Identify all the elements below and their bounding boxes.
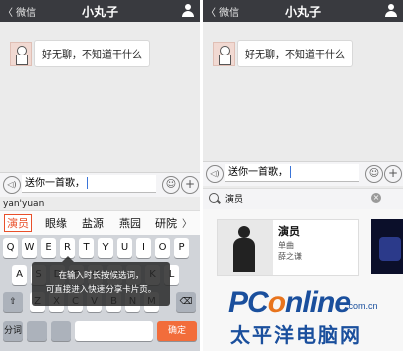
message-input-text: 送你一首歌， xyxy=(228,167,288,178)
key-r[interactable]: R xyxy=(60,238,75,258)
music-card[interactable]: 演员 单曲 薛之谦 xyxy=(217,219,359,276)
plus-icon[interactable]: + xyxy=(384,165,402,183)
nav-bar: 〈 微信 小丸子 xyxy=(203,0,403,22)
share-search-bar[interactable]: 演员 × xyxy=(203,188,403,209)
mic-key[interactable] xyxy=(51,321,71,341)
key-t[interactable]: T xyxy=(79,238,94,258)
input-bar: ◁) 送你一首歌， ☺ + xyxy=(0,172,200,197)
shift-key[interactable]: ⇧ xyxy=(3,292,23,312)
plus-icon[interactable]: + xyxy=(181,176,199,194)
key-i[interactable]: I xyxy=(136,238,151,258)
candidate[interactable]: 研院 xyxy=(155,215,177,231)
message-bubble[interactable]: 好无聊，不知道干什么 xyxy=(237,40,353,67)
chevron-down-icon[interactable]: 〉 xyxy=(182,215,192,230)
left-chat-screen: 〈 微信 小丸子 好无聊，不知道干什么 ◁) 送你一首歌， ☺ + yan'yu… xyxy=(0,0,200,351)
emoji-icon[interactable]: ☺ xyxy=(162,176,180,194)
chat-title: 小丸子 xyxy=(284,5,321,19)
confirm-key[interactable]: 确定 xyxy=(157,321,197,341)
avatar[interactable] xyxy=(10,42,32,66)
key-q[interactable]: Q xyxy=(3,238,18,258)
pinyin-composition: yan'yuan xyxy=(3,199,45,209)
song-artist: 薛之谦 xyxy=(278,252,302,261)
contact-info-icon[interactable] xyxy=(182,4,194,18)
song-title: 演员 xyxy=(278,225,300,238)
text-caret xyxy=(87,177,88,189)
candidate[interactable]: 盐源 xyxy=(82,215,104,231)
voice-icon[interactable]: ◁) xyxy=(3,176,21,194)
album-cover-image xyxy=(218,220,273,275)
watermark-logo: PConline xyxy=(228,286,351,319)
message-input[interactable]: 送你一首歌， xyxy=(22,175,156,193)
text-caret xyxy=(290,166,291,178)
pconline-watermark: PConline .com.cn 太平洋电脑网 xyxy=(228,286,403,347)
search-input[interactable]: 演员 xyxy=(225,192,243,205)
contact-info-icon[interactable] xyxy=(385,4,397,18)
chat-title: 小丸子 xyxy=(81,5,118,19)
song-type: 单曲 xyxy=(278,241,294,250)
candidate-selected[interactable]: 演员 xyxy=(4,214,32,232)
split-key[interactable]: 分词 xyxy=(3,321,23,341)
tooltip: 在输入时长按候选词， 可直接进入快速分享卡片页。 xyxy=(32,262,170,306)
key-o[interactable]: O xyxy=(155,238,170,258)
candidate[interactable]: 眼缘 xyxy=(45,215,67,231)
delete-key[interactable]: ⌫ xyxy=(176,292,196,312)
input-bar: ◁) 送你一首歌， ☺ + xyxy=(203,161,403,186)
message-bubble[interactable]: 好无聊，不知道干什么 xyxy=(34,40,150,67)
voice-icon[interactable]: ◁) xyxy=(206,165,224,183)
key-p[interactable]: P xyxy=(174,238,189,258)
nav-bar: 〈 微信 小丸子 xyxy=(0,0,200,22)
emoji-icon[interactable]: ☺ xyxy=(365,165,383,183)
space-key[interactable] xyxy=(75,321,153,341)
key-a[interactable]: A xyxy=(12,265,27,285)
tooltip-line: 在输入时长按候选词， xyxy=(58,271,144,281)
music-card-next[interactable] xyxy=(371,219,403,274)
search-icon xyxy=(209,193,219,203)
candidate[interactable]: 燕园 xyxy=(119,215,141,231)
message-input-text: 送你一首歌， xyxy=(25,178,85,189)
key-w[interactable]: W xyxy=(22,238,37,258)
watermark-domain: .com.cn xyxy=(346,301,378,311)
tooltip-line: 可直接进入快速分享卡片页。 xyxy=(45,285,157,295)
key-u[interactable]: U xyxy=(117,238,132,258)
key-y[interactable]: Y xyxy=(98,238,113,258)
globe-key[interactable] xyxy=(27,321,47,341)
key-e[interactable]: E xyxy=(41,238,56,258)
clear-icon[interactable]: × xyxy=(371,193,381,203)
candidate-bar: 演员 眼缘 盐源 燕园 研院 〉 xyxy=(0,210,200,236)
message-input[interactable]: 送你一首歌， xyxy=(225,164,359,182)
watermark-subtitle: 太平洋电脑网 xyxy=(230,323,362,347)
avatar[interactable] xyxy=(213,42,235,66)
